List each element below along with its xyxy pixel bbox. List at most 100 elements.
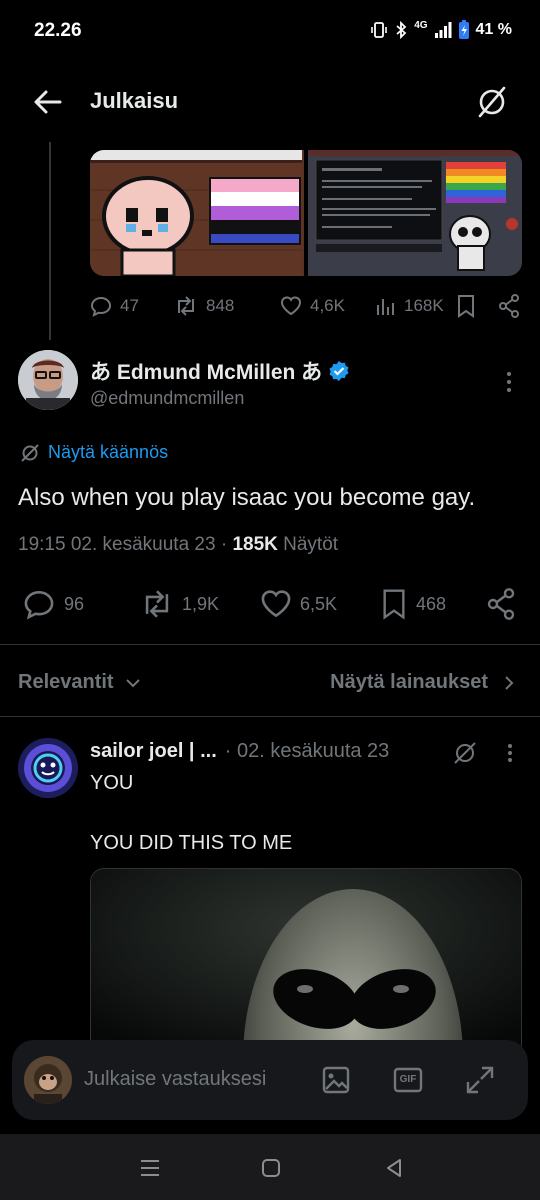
bookmark-button[interactable]: 468 bbox=[380, 588, 446, 620]
show-translation-label: Näytä käännös bbox=[48, 442, 169, 462]
quoted-repost-button[interactable]: 848 bbox=[174, 295, 234, 317]
reply-header: sailor joel | ... · 02. kesäkuuta 23 bbox=[90, 740, 389, 763]
repost-button[interactable]: 1,9K bbox=[140, 588, 219, 620]
gif-label: GIF bbox=[399, 1074, 417, 1085]
translate-toggle-button[interactable] bbox=[474, 84, 510, 120]
tweet-author: あ Edmund McMillen あ @edmundmcmillen bbox=[18, 350, 522, 412]
add-gif-button[interactable]: GIF bbox=[390, 1062, 426, 1098]
show-translation-link[interactable]: Näytä käännös bbox=[20, 442, 168, 463]
tweet-text: Also when you play isaac you become gay. bbox=[18, 484, 476, 511]
bluetooth-icon bbox=[396, 21, 407, 39]
author-avatar[interactable] bbox=[18, 350, 78, 410]
more-vertical-icon bbox=[508, 744, 512, 762]
compose-placeholder[interactable]: Julkaise vastauksesi bbox=[84, 1068, 266, 1091]
reply-date[interactable]: · 02. kesäkuuta 23 bbox=[225, 740, 390, 763]
translate-icon bbox=[21, 443, 39, 462]
system-navigation-bar bbox=[0, 1134, 540, 1200]
bookmark-count: 468 bbox=[416, 593, 447, 614]
verified-badge-icon bbox=[329, 361, 349, 381]
current-user-avatar bbox=[24, 1056, 72, 1104]
home-square-icon bbox=[262, 1159, 280, 1177]
quoted-media-grid[interactable] bbox=[90, 150, 522, 276]
battery-charging-icon bbox=[458, 20, 469, 39]
quoted-repost-count: 848 bbox=[206, 296, 235, 315]
battery-level: 41 % bbox=[475, 21, 512, 38]
share-icon bbox=[487, 588, 515, 620]
share-button[interactable] bbox=[486, 588, 516, 625]
top-app-bar: Julkaisu bbox=[0, 62, 540, 142]
thread-connector-line bbox=[49, 142, 51, 340]
show-quotes-label: Näytä lainaukset bbox=[330, 671, 488, 693]
reply-author-name[interactable]: sailor joel | ... bbox=[90, 740, 217, 763]
heart-icon bbox=[280, 296, 302, 316]
quoted-reply-count: 47 bbox=[120, 296, 139, 315]
chevron-down-icon bbox=[125, 678, 140, 687]
alien-face-image bbox=[91, 869, 521, 1067]
reply-translate-button[interactable] bbox=[452, 740, 478, 771]
status-icons: 4G 41 % bbox=[370, 20, 512, 40]
expand-compose-button[interactable] bbox=[462, 1062, 498, 1098]
reply-text-line2: YOU DID THIS TO ME bbox=[90, 832, 293, 854]
quoted-like-count: 4,6K bbox=[310, 296, 345, 315]
reply-compose-bar[interactable]: Julkaise vastauksesi GIF bbox=[12, 1040, 528, 1120]
replies-sort-row: Relevantit Näytä lainaukset bbox=[0, 665, 540, 705]
back-nav-button[interactable] bbox=[380, 1154, 410, 1182]
author-handle[interactable]: @edmundmcmillen bbox=[90, 388, 244, 409]
reply-icon bbox=[90, 296, 112, 317]
status-time: 22.26 bbox=[34, 20, 82, 41]
repost-count: 1,9K bbox=[182, 593, 220, 614]
bookmark-icon bbox=[383, 589, 405, 620]
reply-avatar[interactable] bbox=[18, 738, 78, 798]
tweet-timestamp[interactable]: 19:15 02. kesäkuuta 23 · bbox=[18, 534, 227, 555]
menu-lines-icon bbox=[141, 1160, 159, 1176]
quoted-action-row: 47 848 4,6K 168K bbox=[90, 292, 522, 320]
quoted-share-button[interactable] bbox=[498, 294, 520, 323]
quoted-bookmark-button[interactable] bbox=[456, 294, 476, 323]
repost-icon bbox=[178, 296, 194, 316]
reply-text-line1: YOU bbox=[90, 772, 134, 794]
tweet-metadata: 19:15 02. kesäkuuta 23 · 185K Näytöt bbox=[18, 534, 338, 556]
translate-off-icon bbox=[454, 742, 476, 764]
reply-more-button[interactable] bbox=[504, 742, 516, 769]
recents-button[interactable] bbox=[136, 1154, 166, 1182]
home-button[interactable] bbox=[257, 1154, 287, 1182]
tweet-views-count: 185K bbox=[232, 534, 278, 555]
isaac-game-art bbox=[90, 150, 302, 276]
author-name-row[interactable]: あ Edmund McMillen あ bbox=[90, 356, 350, 386]
more-options-button[interactable] bbox=[502, 370, 516, 394]
vibrate-icon bbox=[371, 22, 387, 38]
back-button[interactable] bbox=[30, 84, 66, 120]
divider bbox=[0, 716, 540, 717]
network-type-label: 4G bbox=[414, 19, 428, 31]
show-quotes-link[interactable]: Näytä lainaukset bbox=[330, 671, 516, 694]
bookmark-icon bbox=[458, 295, 474, 318]
quoted-like-button[interactable]: 4,6K bbox=[280, 295, 345, 317]
media-image-isaac[interactable] bbox=[90, 150, 304, 276]
share-icon bbox=[499, 294, 519, 318]
quoted-reply-button[interactable]: 47 bbox=[90, 295, 139, 317]
translate-off-icon bbox=[478, 86, 506, 118]
media-image-screenshot[interactable] bbox=[308, 150, 522, 276]
divider bbox=[0, 644, 540, 645]
author-avatar-image bbox=[18, 350, 78, 410]
tweet-action-row: 96 1,9K 6,5K 468 bbox=[0, 586, 540, 622]
sort-relevance-label: Relevantit bbox=[18, 671, 114, 693]
reply-button[interactable]: 96 bbox=[22, 588, 84, 620]
arrow-left-icon bbox=[34, 90, 62, 114]
reply-avatar-image bbox=[18, 738, 78, 798]
like-button[interactable]: 6,5K bbox=[260, 588, 337, 620]
reply-icon bbox=[24, 591, 54, 620]
reply-media-image[interactable] bbox=[90, 868, 522, 1068]
quoted-views-button[interactable]: 168K bbox=[376, 295, 444, 317]
page-title: Julkaisu bbox=[90, 88, 179, 113]
repost-icon bbox=[145, 590, 169, 618]
like-count: 6,5K bbox=[300, 593, 338, 614]
more-vertical-icon bbox=[507, 372, 511, 392]
tweet-screenshot-art bbox=[308, 150, 522, 276]
add-image-button[interactable] bbox=[318, 1062, 354, 1098]
sort-relevance-dropdown[interactable]: Relevantit bbox=[18, 671, 142, 694]
tweet-views-label: Näytöt bbox=[283, 534, 339, 555]
image-icon bbox=[322, 1066, 350, 1094]
status-bar: 22.26 4G 41 % bbox=[0, 0, 540, 62]
reply-count: 96 bbox=[64, 593, 85, 614]
